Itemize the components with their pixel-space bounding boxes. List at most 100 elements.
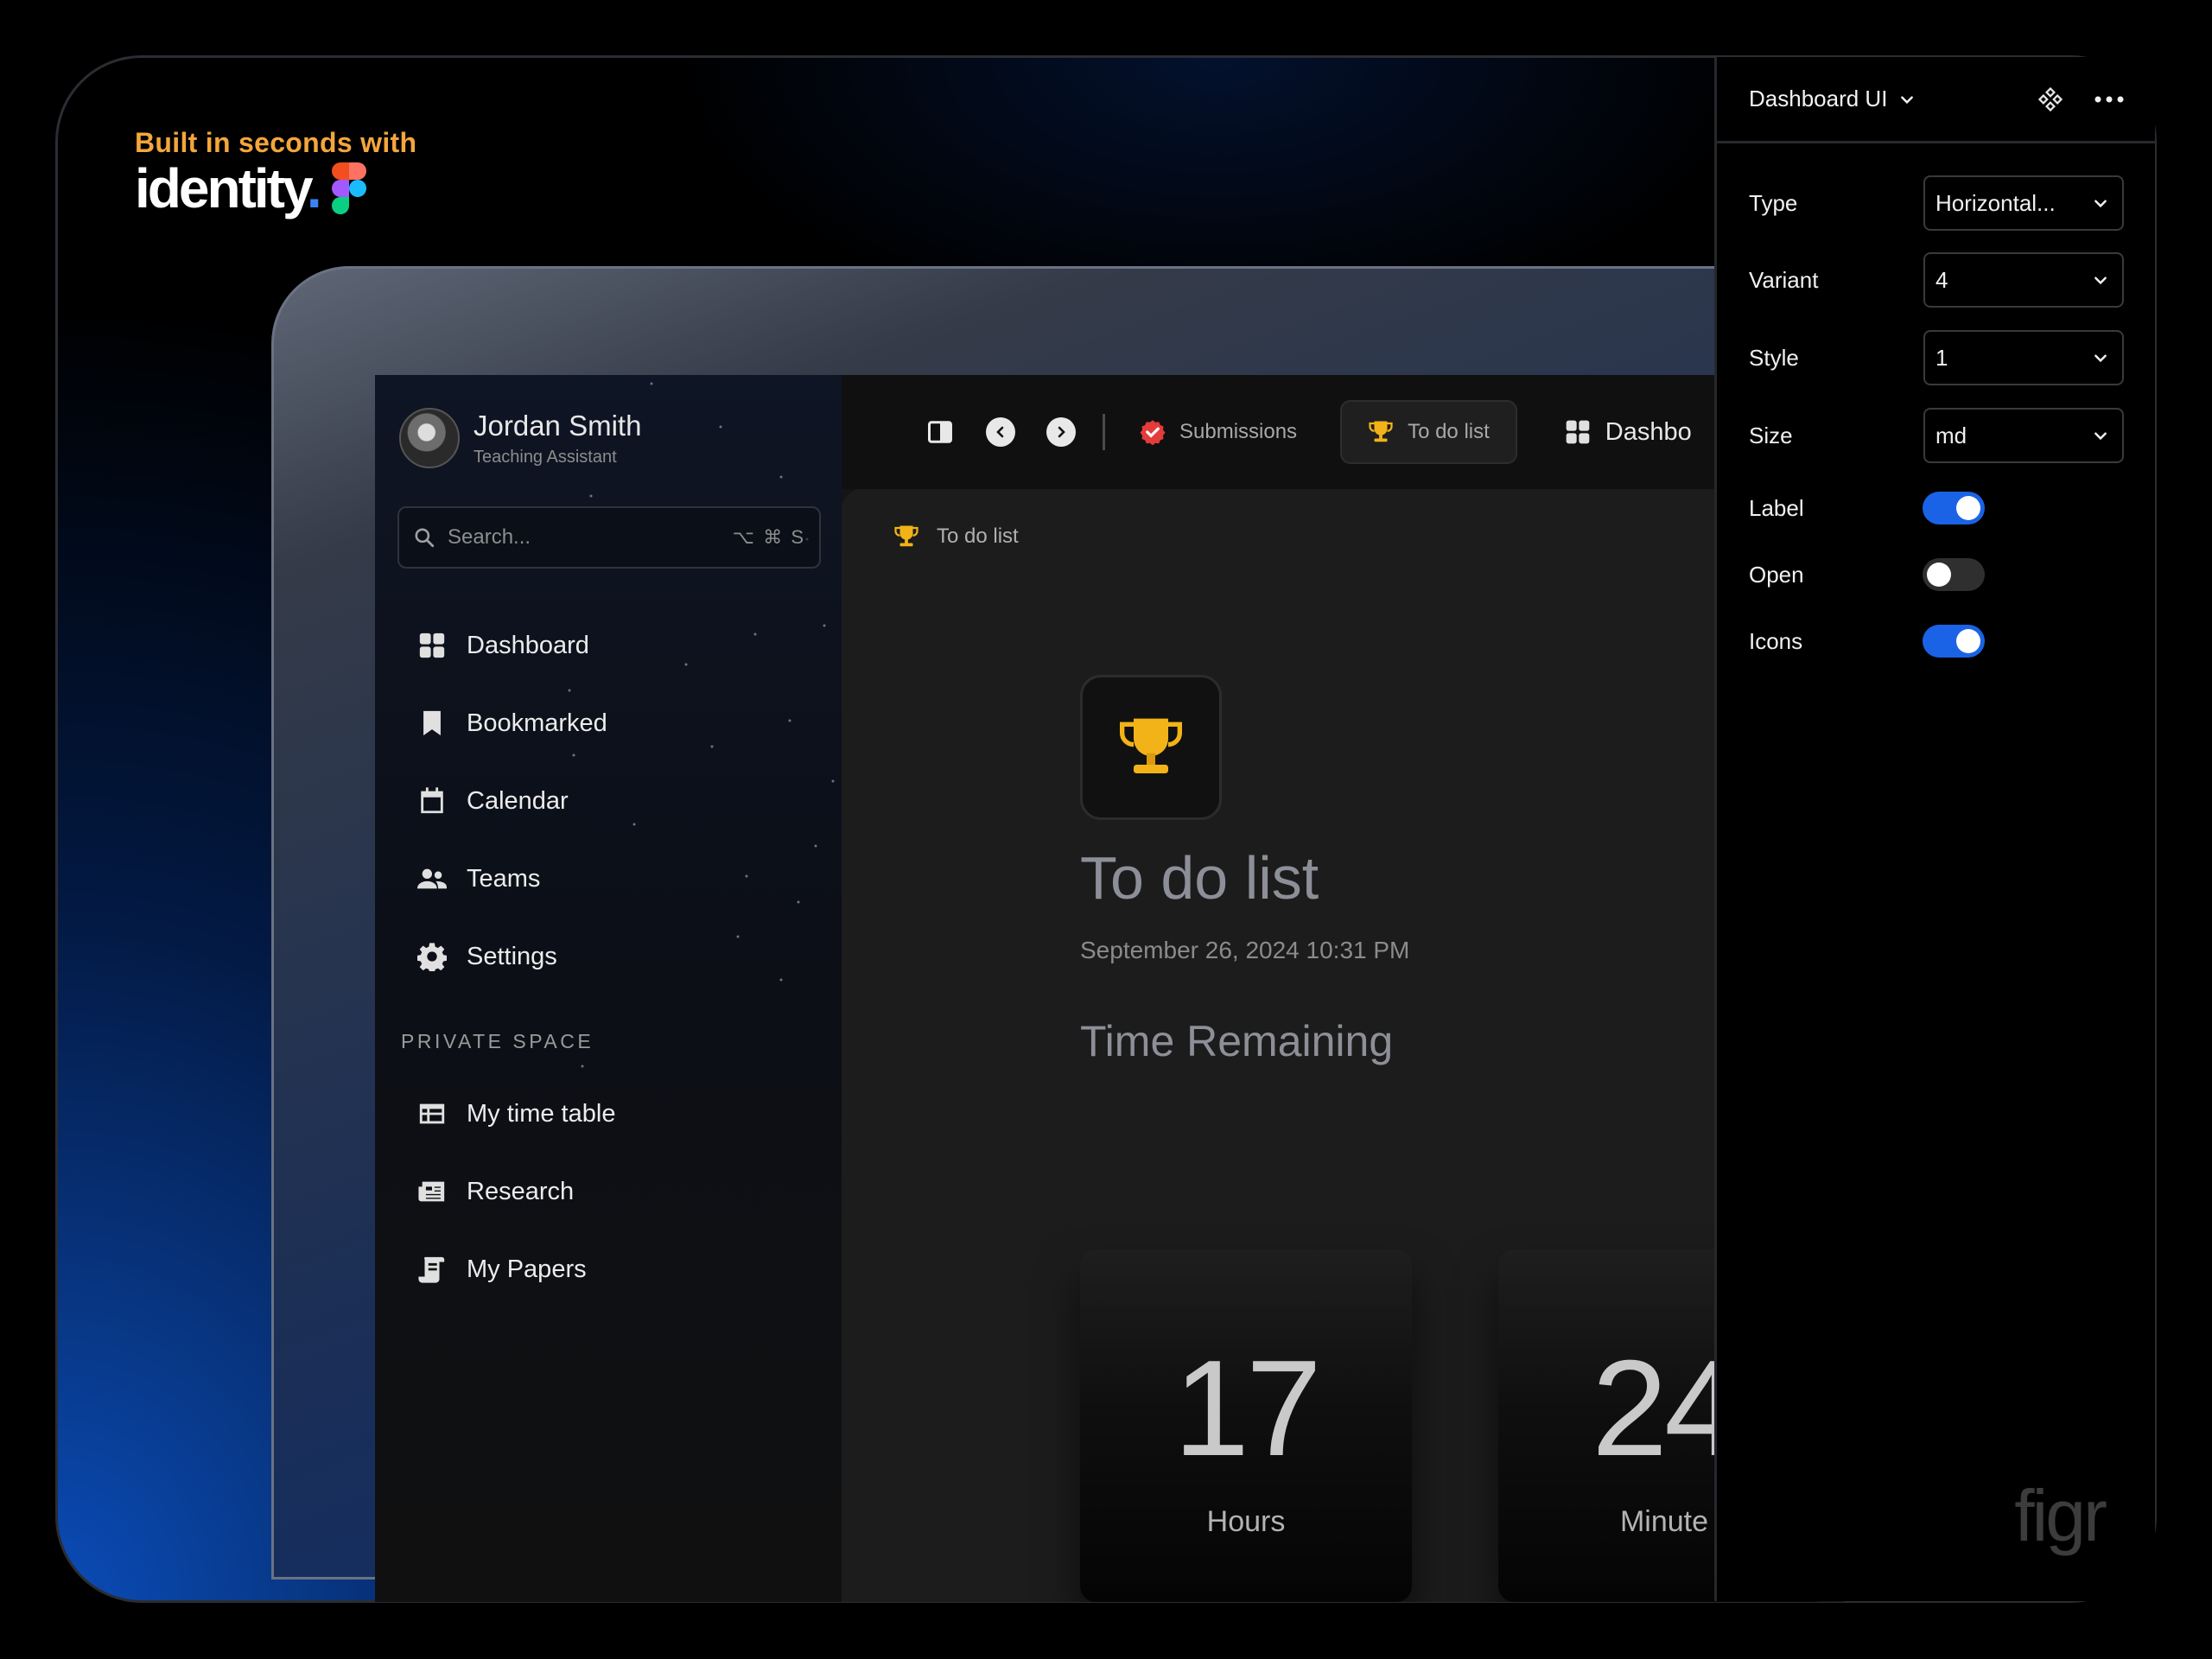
sidebar-toggle-icon bbox=[928, 421, 952, 443]
brand-block: Built in seconds with identity. bbox=[135, 127, 416, 216]
toolbar-divider bbox=[1103, 414, 1105, 450]
trophy-icon bbox=[894, 525, 918, 547]
tab-label: Submissions bbox=[1179, 420, 1298, 443]
search-input[interactable] bbox=[448, 525, 721, 550]
chevron-down-icon bbox=[1901, 96, 1914, 104]
prop-row-label: Label bbox=[1749, 492, 2124, 524]
chevron-down-icon bbox=[2094, 200, 2107, 208]
figr-watermark: figr bbox=[2014, 1475, 2107, 1556]
grid-icon bbox=[416, 630, 448, 661]
open-toggle[interactable] bbox=[1923, 558, 1985, 591]
prop-label: Style bbox=[1749, 344, 1799, 371]
nav-item-dashboard[interactable]: Dashboard bbox=[397, 607, 821, 684]
calendar-icon bbox=[416, 785, 448, 817]
component-selector[interactable]: Dashboard UI bbox=[1749, 86, 2037, 112]
prop-label: Size bbox=[1749, 422, 1793, 448]
prop-label: Label bbox=[1749, 494, 1804, 521]
tab-submissions[interactable]: Submissions bbox=[1140, 400, 1323, 464]
page-icon-tile bbox=[1080, 675, 1222, 820]
tab-to-do-list[interactable]: To do list bbox=[1340, 400, 1517, 464]
profile-role: Teaching Assistant bbox=[474, 447, 617, 467]
nav-item-calendar[interactable]: Calendar bbox=[397, 762, 821, 840]
more-options-icon[interactable] bbox=[2094, 95, 2124, 104]
avatar bbox=[399, 408, 460, 468]
gear-icon bbox=[416, 941, 448, 972]
nav-item-label: Settings bbox=[467, 942, 557, 970]
content-panel: To do list To do list September 26, 2024… bbox=[842, 489, 1844, 1602]
nav-item-label: My Papers bbox=[467, 1255, 587, 1283]
sidebar-toggle-button[interactable] bbox=[925, 416, 956, 448]
tab-label: Dashbo bbox=[1605, 417, 1692, 446]
page-date: September 26, 2024 10:31 PM bbox=[1080, 937, 1410, 963]
size-select[interactable]: md bbox=[1923, 408, 2124, 463]
nav-item-my-time-table[interactable]: My time table bbox=[397, 1075, 821, 1153]
properties-panel: Dashboard UI Type Horizontal... Variant … bbox=[1714, 57, 2155, 1601]
component-icon[interactable] bbox=[2037, 86, 2063, 112]
label-toggle[interactable] bbox=[1923, 492, 1985, 524]
prop-label: Open bbox=[1749, 561, 1804, 588]
chevron-down-icon bbox=[2094, 432, 2107, 441]
style-select[interactable]: 1 bbox=[1923, 330, 2124, 385]
check-badge-icon bbox=[1140, 420, 1166, 445]
icons-toggle[interactable] bbox=[1923, 625, 1985, 658]
search-shortcut: ⌥ ⌘ S bbox=[732, 526, 805, 548]
trophy-icon bbox=[1120, 718, 1182, 773]
prop-row-icons: Icons bbox=[1749, 625, 2124, 658]
prop-row-open: Open bbox=[1749, 558, 2124, 591]
app-screen: Jordan Smith Teaching Assistant ⌥ ⌘ S Da… bbox=[375, 375, 1844, 1602]
prop-row-size: Size md bbox=[1749, 408, 2124, 463]
tab-label: To do list bbox=[1408, 420, 1490, 443]
nav-item-settings[interactable]: Settings bbox=[397, 918, 821, 995]
grid-icon bbox=[1566, 420, 1590, 444]
table-icon bbox=[416, 1098, 448, 1129]
variant-select[interactable]: 4 bbox=[1923, 252, 2124, 308]
sidebar: Jordan Smith Teaching Assistant ⌥ ⌘ S Da… bbox=[375, 375, 842, 1602]
brand-tagline: Built in seconds with bbox=[135, 127, 417, 158]
timer-unit: Hours bbox=[1206, 1505, 1286, 1538]
chevron-right-icon bbox=[1058, 426, 1065, 438]
main-nav: Dashboard Bookmarked Calendar Teams Sett… bbox=[397, 607, 821, 995]
chevron-down-icon bbox=[2094, 276, 2107, 285]
search-icon bbox=[415, 528, 435, 548]
nav-item-bookmarked[interactable]: Bookmarked bbox=[397, 684, 821, 762]
nav-item-label: Research bbox=[467, 1177, 575, 1205]
prop-label: Variant bbox=[1749, 266, 1819, 293]
timer-card-hours: 17 Hours bbox=[1080, 1249, 1412, 1602]
breadcrumb[interactable]: To do list bbox=[893, 524, 1019, 550]
profile-card[interactable]: Jordan Smith Teaching Assistant bbox=[399, 408, 641, 468]
nav-item-label: My time table bbox=[467, 1099, 616, 1128]
timer-value: 17 bbox=[1173, 1332, 1322, 1484]
chevron-left-icon bbox=[996, 426, 1004, 438]
newspaper-icon bbox=[416, 1176, 448, 1207]
nav-item-label: Bookmarked bbox=[467, 709, 607, 737]
scroll-icon bbox=[416, 1254, 448, 1285]
prop-label: Icons bbox=[1749, 627, 1803, 654]
prop-row-type: Type Horizontal... bbox=[1749, 175, 2124, 231]
forward-button[interactable] bbox=[1046, 416, 1077, 448]
breadcrumb-label: To do list bbox=[937, 524, 1019, 548]
panel-title: Dashboard UI bbox=[1749, 86, 1888, 111]
tab-dashboard[interactable]: Dashbo bbox=[1538, 400, 1718, 464]
nav-item-label: Dashboard bbox=[467, 631, 589, 659]
section-label-private-space: PRIVATE SPACE bbox=[401, 1030, 594, 1052]
time-remaining-heading: Time Remaining bbox=[1080, 1017, 1394, 1065]
page-title: To do list bbox=[1080, 844, 1319, 912]
identity-logo: identity. bbox=[135, 157, 322, 219]
figma-icon bbox=[331, 162, 366, 214]
main-area: Submissions To do list Dashbo To do list… bbox=[842, 375, 1844, 1602]
profile-name: Jordan Smith bbox=[474, 409, 642, 442]
prop-row-variant: Variant 4 bbox=[1749, 252, 2124, 308]
type-select[interactable]: Horizontal... bbox=[1923, 175, 2124, 231]
private-nav: My time table Research My Papers bbox=[397, 1075, 821, 1308]
prop-label: Type bbox=[1749, 189, 1798, 216]
chevron-down-icon bbox=[2094, 354, 2107, 363]
nav-item-research[interactable]: Research bbox=[397, 1153, 821, 1230]
prop-row-style: Style 1 bbox=[1749, 330, 2124, 385]
nav-item-teams[interactable]: Teams bbox=[397, 840, 821, 918]
back-button[interactable] bbox=[985, 416, 1016, 448]
trophy-icon bbox=[1369, 421, 1393, 442]
bookmark-icon bbox=[416, 708, 448, 739]
nav-item-my-papers[interactable]: My Papers bbox=[397, 1230, 821, 1308]
nav-item-label: Teams bbox=[467, 864, 541, 893]
top-toolbar: Submissions To do list Dashbo bbox=[842, 375, 1844, 489]
